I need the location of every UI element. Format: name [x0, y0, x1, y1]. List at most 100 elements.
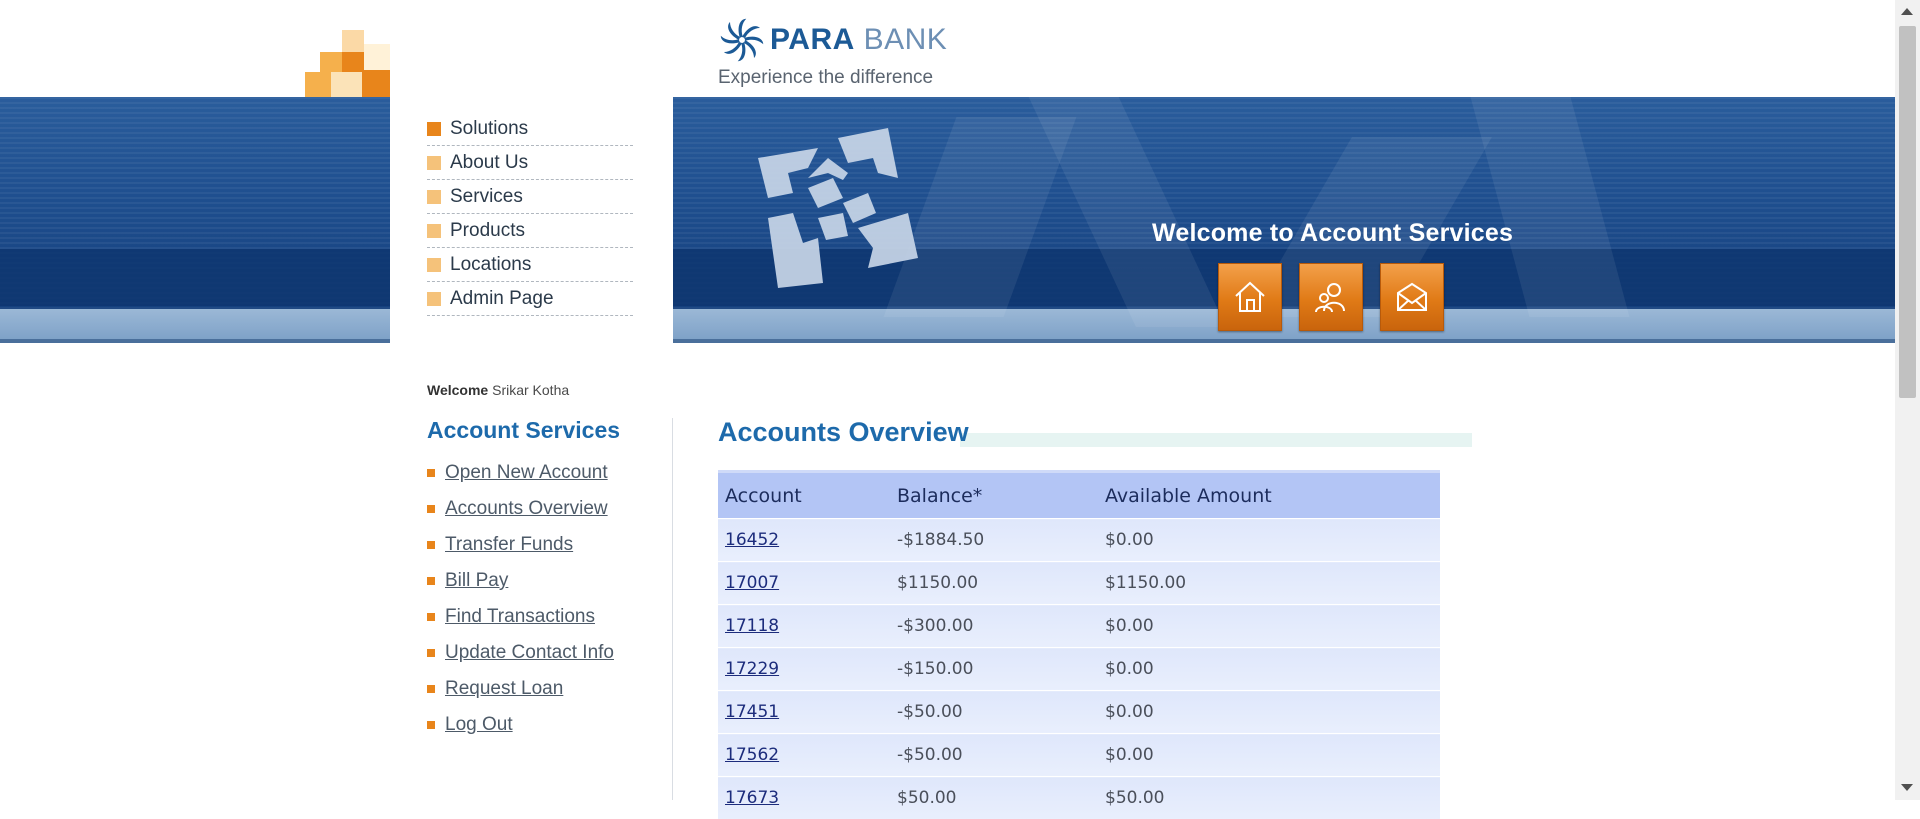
header-welcome-title: Welcome to Account Services [1152, 219, 1513, 248]
sidebar-link-label[interactable]: Update Contact Info [445, 642, 614, 664]
nav-item-about-us[interactable]: About Us [427, 147, 633, 180]
sidebar-divider [672, 418, 673, 800]
account-number-link[interactable]: 17562 [718, 734, 890, 777]
balance-cell: -$150.00 [890, 648, 1098, 691]
available-cell: $50.00 [1098, 777, 1440, 819]
puzzle-graphic [748, 118, 928, 293]
sidebar-link-update-contact-info[interactable]: Update Contact Info [427, 642, 614, 664]
brand-name-thin: BANK [855, 23, 948, 56]
sidebar-link-transfer-funds[interactable]: Transfer Funds [427, 534, 573, 556]
brand-name-bold: PARA [770, 23, 855, 56]
bullet-icon [427, 721, 435, 729]
parabank-swirl-icon [718, 16, 766, 64]
nav-label: Admin Page [450, 288, 554, 310]
table-row: 17229 -$150.00 $0.00 [718, 648, 1440, 691]
nav-item-admin-page[interactable]: Admin Page [427, 283, 633, 316]
bullet-icon [427, 577, 435, 585]
nav-item-solutions[interactable]: Solutions [427, 113, 633, 146]
contact-button[interactable] [1380, 263, 1444, 331]
account-number-link[interactable]: 16452 [718, 519, 890, 562]
contact-envelope-icon [1393, 278, 1431, 316]
nav-label: Locations [450, 254, 531, 276]
nav-bullet-icon [427, 190, 441, 204]
available-cell: $0.00 [1098, 691, 1440, 734]
balance-cell: -$1884.50 [890, 519, 1098, 562]
nav-bullet-icon [427, 224, 441, 238]
nav-label: Products [450, 220, 525, 242]
page-title: Accounts Overview [718, 417, 969, 448]
account-number-link[interactable]: 17673 [718, 777, 890, 819]
table-row: 16452 -$1884.50 $0.00 [718, 519, 1440, 562]
sidebar-link-request-loan[interactable]: Request Loan [427, 678, 563, 700]
nav-item-services[interactable]: Services [427, 181, 633, 214]
nav-bullet-icon [427, 292, 441, 306]
bullet-icon [427, 613, 435, 621]
table-header-row: Account Balance* Available Amount [718, 472, 1440, 519]
balance-cell: $50.00 [890, 777, 1098, 819]
accounts-table: Account Balance* Available Amount 16452 … [718, 470, 1440, 819]
table-row: 17007 $1150.00 $1150.00 [718, 562, 1440, 605]
bullet-icon [427, 685, 435, 693]
table-row: 17451 -$50.00 $0.00 [718, 691, 1440, 734]
nav-label: About Us [450, 152, 528, 174]
account-number-link[interactable]: 17451 [718, 691, 890, 734]
sidebar-link-label[interactable]: Request Loan [445, 678, 563, 700]
bullet-icon [427, 505, 435, 513]
nav-bullet-icon [427, 156, 441, 170]
account-number-link[interactable]: 17229 [718, 648, 890, 691]
sidebar-link-bill-pay[interactable]: Bill Pay [427, 570, 508, 592]
column-header-account: Account [718, 472, 890, 519]
table-row: 17562 -$50.00 $0.00 [718, 734, 1440, 777]
column-header-balance: Balance* [890, 472, 1098, 519]
sidebar-link-accounts-overview[interactable]: Accounts Overview [427, 498, 608, 520]
sidebar-link-label[interactable]: Bill Pay [445, 570, 508, 592]
table-row: 17673 $50.00 $50.00 [718, 777, 1440, 819]
nav-label: Solutions [450, 118, 528, 140]
page-scrollbar[interactable] [1895, 0, 1920, 800]
sidebar-link-find-transactions[interactable]: Find Transactions [427, 606, 595, 628]
table-row: 17118 -$300.00 $0.00 [718, 605, 1440, 648]
home-icon [1231, 278, 1269, 316]
sidebar-link-label[interactable]: Log Out [445, 714, 513, 736]
about-button[interactable] [1299, 263, 1363, 331]
welcome-user: Welcome Srikar Kotha [427, 382, 569, 398]
balance-cell: -$50.00 [890, 691, 1098, 734]
parabank-logo[interactable]: PARA BANK [718, 16, 947, 64]
user-name: Srikar Kotha [492, 382, 569, 398]
sidebar-link-log-out[interactable]: Log Out [427, 714, 513, 736]
column-header-available: Available Amount [1098, 472, 1440, 519]
bullet-icon [427, 541, 435, 549]
balance-cell: -$300.00 [890, 605, 1098, 648]
available-cell: $0.00 [1098, 519, 1440, 562]
title-underline-bar [960, 433, 1472, 447]
balance-cell: -$50.00 [890, 734, 1098, 777]
nav-item-locations[interactable]: Locations [427, 249, 633, 282]
available-cell: $0.00 [1098, 648, 1440, 691]
header-banner [0, 97, 1895, 343]
available-cell: $0.00 [1098, 605, 1440, 648]
top-nav-panel: Solutions About Us Services Products Loc… [390, 97, 673, 372]
nav-bullet-icon [427, 258, 441, 272]
about-people-icon [1312, 278, 1350, 316]
tagline: Experience the difference [718, 67, 933, 89]
nav-item-products[interactable]: Products [427, 215, 633, 248]
scroll-up-icon[interactable] [1901, 8, 1913, 15]
sidebar-link-label[interactable]: Accounts Overview [445, 498, 608, 520]
bullet-icon [427, 649, 435, 657]
sidebar-link-label[interactable]: Transfer Funds [445, 534, 573, 556]
nav-label: Services [450, 186, 523, 208]
scroll-down-icon[interactable] [1901, 784, 1913, 791]
sidebar-link-label[interactable]: Open New Account [445, 462, 608, 484]
nav-bullet-icon [427, 122, 441, 136]
available-cell: $0.00 [1098, 734, 1440, 777]
account-number-link[interactable]: 17118 [718, 605, 890, 648]
welcome-label: Welcome [427, 382, 488, 398]
balance-cell: $1150.00 [890, 562, 1098, 605]
scroll-thumb[interactable] [1899, 26, 1916, 398]
account-number-link[interactable]: 17007 [718, 562, 890, 605]
available-cell: $1150.00 [1098, 562, 1440, 605]
account-services-title: Account Services [427, 417, 620, 444]
sidebar-link-label[interactable]: Find Transactions [445, 606, 595, 628]
sidebar-link-open-new-account[interactable]: Open New Account [427, 462, 608, 484]
home-button[interactable] [1218, 263, 1282, 331]
